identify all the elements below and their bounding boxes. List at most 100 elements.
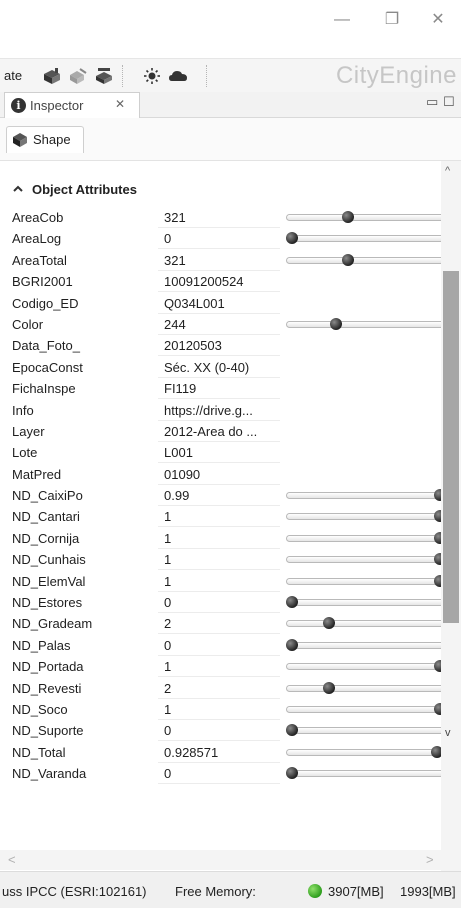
vertical-scrollbar[interactable]: ^ v xyxy=(441,161,461,872)
slider-track[interactable] xyxy=(286,641,446,649)
slider-track[interactable] xyxy=(286,684,446,692)
attribute-value-field[interactable]: 1 xyxy=(158,699,280,720)
cloud-icon[interactable] xyxy=(168,67,188,85)
shapes-icon[interactable] xyxy=(42,67,62,85)
attribute-value-field[interactable]: 2 xyxy=(158,678,280,699)
attribute-value-field[interactable]: 321 xyxy=(158,208,280,228)
attribute-slider[interactable] xyxy=(286,253,446,266)
attribute-value-field[interactable]: 321 xyxy=(158,250,280,271)
attribute-slider[interactable] xyxy=(286,702,446,715)
attribute-value-field[interactable]: 10091200524 xyxy=(158,272,280,293)
attribute-value-field[interactable]: 1 xyxy=(158,507,280,528)
attribute-value-field[interactable]: 0 xyxy=(158,229,280,250)
attribute-slider[interactable] xyxy=(286,211,446,223)
slider-thumb[interactable] xyxy=(286,724,298,737)
attribute-value-field[interactable]: 2012-Area do ... xyxy=(158,421,280,442)
slider-thumb[interactable] xyxy=(323,681,335,694)
slider-track[interactable] xyxy=(286,620,446,628)
slider-track[interactable] xyxy=(286,599,446,607)
maximize-view-button[interactable]: ☐ xyxy=(443,94,455,110)
attribute-value-field[interactable]: 0 xyxy=(158,721,280,742)
slider-track[interactable] xyxy=(286,235,446,243)
close-icon[interactable]: ✕ xyxy=(115,97,125,111)
attribute-value-field[interactable]: Séc. XX (0-40) xyxy=(158,357,280,378)
slider-track[interactable] xyxy=(286,727,446,735)
attribute-slider[interactable] xyxy=(286,596,446,609)
vertical-scroll-thumb[interactable] xyxy=(443,271,459,623)
slider-thumb[interactable] xyxy=(286,767,298,780)
slider-thumb[interactable] xyxy=(286,232,298,245)
attribute-slider[interactable] xyxy=(286,574,446,587)
attribute-name: EpocaConst xyxy=(12,359,83,375)
horizontal-scrollbar[interactable]: < > xyxy=(0,850,461,870)
slider-track[interactable] xyxy=(286,214,446,221)
object-attributes-header[interactable]: Object Attributes xyxy=(0,177,440,203)
attribute-value-field[interactable]: https://drive.g... xyxy=(158,400,280,421)
attribute-slider[interactable] xyxy=(286,617,446,630)
slider-track[interactable] xyxy=(286,705,446,713)
attribute-row: BGRI2001 10091200524 xyxy=(0,271,440,293)
slider-track[interactable] xyxy=(286,748,446,756)
slider-track[interactable] xyxy=(286,556,446,564)
attribute-value-field[interactable]: 0.928571 xyxy=(158,742,280,763)
restore-button[interactable]: ❐ xyxy=(380,8,404,32)
minimize-view-button[interactable]: ▭ xyxy=(426,94,438,110)
attribute-value-field[interactable]: 1 xyxy=(158,528,280,549)
attribute-value-field[interactable]: 01090 xyxy=(158,464,280,485)
attribute-slider[interactable] xyxy=(286,232,446,245)
title-bar: — ❐ ✕ xyxy=(0,0,461,40)
slider-thumb[interactable] xyxy=(330,317,343,330)
attribute-slider[interactable] xyxy=(286,489,446,502)
slider-track[interactable] xyxy=(286,492,446,500)
attribute-slider[interactable] xyxy=(286,317,446,330)
sun-icon[interactable] xyxy=(142,67,162,85)
attribute-value-field[interactable]: 1 xyxy=(158,657,280,678)
attribute-slider[interactable] xyxy=(286,724,446,737)
attribute-value-field[interactable]: 20120503 xyxy=(158,336,280,357)
attribute-value-field[interactable]: 0.99 xyxy=(158,486,280,507)
tab-shape[interactable]: Shape xyxy=(6,126,84,153)
shapes-edit-icon[interactable] xyxy=(94,67,114,85)
close-window-button[interactable]: ✕ xyxy=(426,8,450,32)
attribute-value-field[interactable]: Q034L001 xyxy=(158,293,280,314)
attribute-slider[interactable] xyxy=(286,745,446,758)
slider-track[interactable] xyxy=(286,770,446,778)
scroll-left-icon[interactable]: < xyxy=(8,852,16,867)
slider-track[interactable] xyxy=(286,663,446,671)
attribute-slider[interactable] xyxy=(286,553,446,566)
attribute-value-field[interactable]: 0 xyxy=(158,593,280,614)
attribute-value-field[interactable]: 0 xyxy=(158,764,280,785)
attribute-value-field[interactable]: 1 xyxy=(158,571,280,592)
shapes-disabled-icon[interactable] xyxy=(68,67,88,85)
scroll-up-icon[interactable]: ^ xyxy=(445,165,450,177)
attribute-value-field[interactable]: 1 xyxy=(158,550,280,571)
slider-thumb[interactable] xyxy=(342,253,355,266)
attribute-row: ND_Portada 1 xyxy=(0,656,446,678)
attribute-slider[interactable] xyxy=(286,681,446,694)
attribute-value-field[interactable]: 2 xyxy=(158,614,280,635)
attribute-value-field[interactable]: 244 xyxy=(158,314,280,335)
attribute-slider[interactable] xyxy=(286,767,446,780)
slider-track[interactable] xyxy=(286,256,446,264)
attribute-name: AreaTotal xyxy=(12,252,67,268)
attribute-slider[interactable] xyxy=(286,660,446,673)
slider-track[interactable] xyxy=(286,320,446,328)
scroll-right-icon[interactable]: > xyxy=(426,852,434,867)
attribute-value-field[interactable]: 0 xyxy=(158,635,280,656)
attribute-slider[interactable] xyxy=(286,531,446,544)
minimize-button[interactable]: — xyxy=(330,8,354,32)
scroll-down-icon[interactable]: v xyxy=(445,727,451,739)
slider-thumb[interactable] xyxy=(323,617,335,630)
attribute-slider[interactable] xyxy=(286,638,446,651)
tab-inspector[interactable]: i Inspector ✕ xyxy=(4,92,140,119)
slider-track[interactable] xyxy=(286,534,446,542)
attribute-slider[interactable] xyxy=(286,510,446,523)
slider-thumb[interactable] xyxy=(342,211,355,223)
slider-track[interactable] xyxy=(286,577,446,585)
attribute-value-field[interactable]: L001 xyxy=(158,443,280,464)
attribute-value-field[interactable]: FI119 xyxy=(158,379,280,400)
slider-track[interactable] xyxy=(286,513,446,521)
collapse-chevron-icon[interactable] xyxy=(12,183,24,195)
slider-thumb[interactable] xyxy=(286,638,298,651)
slider-thumb[interactable] xyxy=(286,596,298,609)
